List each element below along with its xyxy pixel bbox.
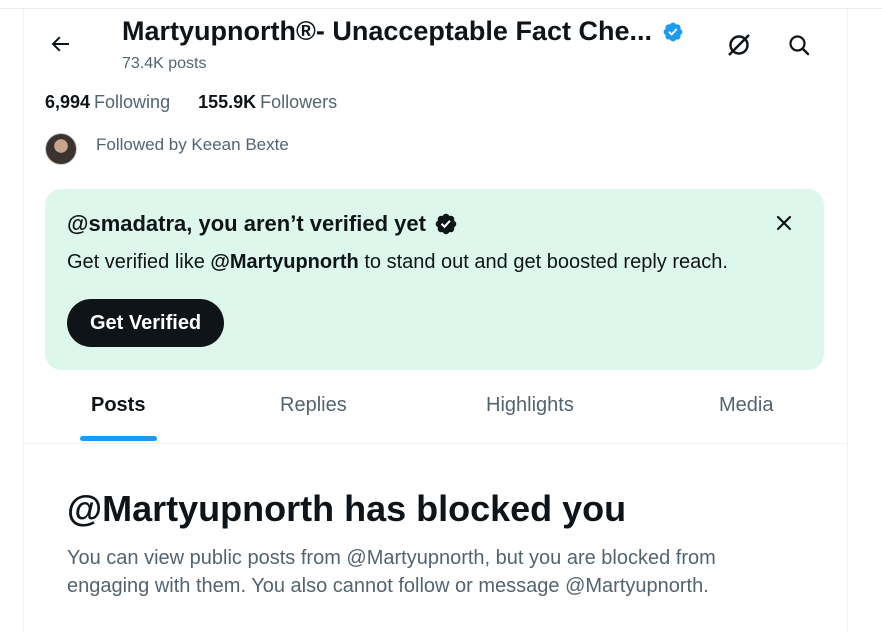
- verification-banner: @smadatra, you aren’t verified yet Get v…: [45, 189, 824, 370]
- followed-by-link[interactable]: Followed by Keean Bexte: [45, 133, 289, 165]
- follow-stats: 6,994 Following 155.9K Followers: [45, 92, 337, 113]
- banner-body-prefix: Get verified like: [67, 251, 211, 273]
- tab-highlights[interactable]: Highlights: [486, 394, 574, 417]
- profile-name: Martyupnorth®- Unacceptable Fact Che...: [122, 16, 684, 47]
- profile-name-text: Martyupnorth®- Unacceptable Fact Che...: [122, 16, 652, 46]
- banner-body-handle: @Martyupnorth: [210, 251, 359, 273]
- close-icon: [776, 215, 792, 231]
- following-count: 6,994: [45, 92, 91, 112]
- get-verified-button[interactable]: Get Verified: [67, 299, 225, 347]
- followers-count: 155.9K: [198, 92, 257, 112]
- banner-body: Get verified like @Martyupnorth to stand…: [67, 251, 728, 274]
- following-label: Following: [94, 92, 171, 112]
- verified-badge-icon: [663, 22, 683, 41]
- banner-body-suffix: to stand out and get boosted reply reach…: [358, 251, 728, 273]
- tab-posts[interactable]: Posts: [91, 394, 145, 417]
- followers-link[interactable]: 155.9K Followers: [198, 92, 337, 113]
- followed-by-text: Followed by Keean Bexte: [96, 135, 289, 154]
- tab-media[interactable]: Media: [719, 394, 773, 417]
- profile-tabs: Posts Replies Highlights Media: [23, 380, 847, 444]
- search-icon: [789, 35, 810, 56]
- tab-replies[interactable]: Replies: [280, 394, 347, 417]
- avatar: [45, 133, 77, 165]
- arrow-left-icon: [51, 36, 69, 52]
- grok-button[interactable]: [724, 30, 754, 60]
- verified-check-icon: [435, 213, 457, 235]
- banner-close-button[interactable]: [772, 211, 796, 235]
- banner-title-text: @smadatra, you aren’t verified yet: [67, 211, 426, 236]
- followers-label: Followers: [260, 92, 338, 112]
- following-link[interactable]: 6,994 Following: [45, 92, 170, 113]
- post-count: 73.4K posts: [122, 55, 207, 72]
- blocked-title: @Martyupnorth has blocked you: [67, 488, 627, 529]
- banner-title: @smadatra, you aren’t verified yet: [67, 211, 458, 237]
- active-tab-indicator: [80, 436, 157, 441]
- back-button[interactable]: [46, 30, 74, 58]
- search-button[interactable]: [784, 30, 814, 60]
- grok-icon: [728, 34, 750, 56]
- blocked-message: You can view public posts from @Martyupn…: [67, 547, 716, 597]
